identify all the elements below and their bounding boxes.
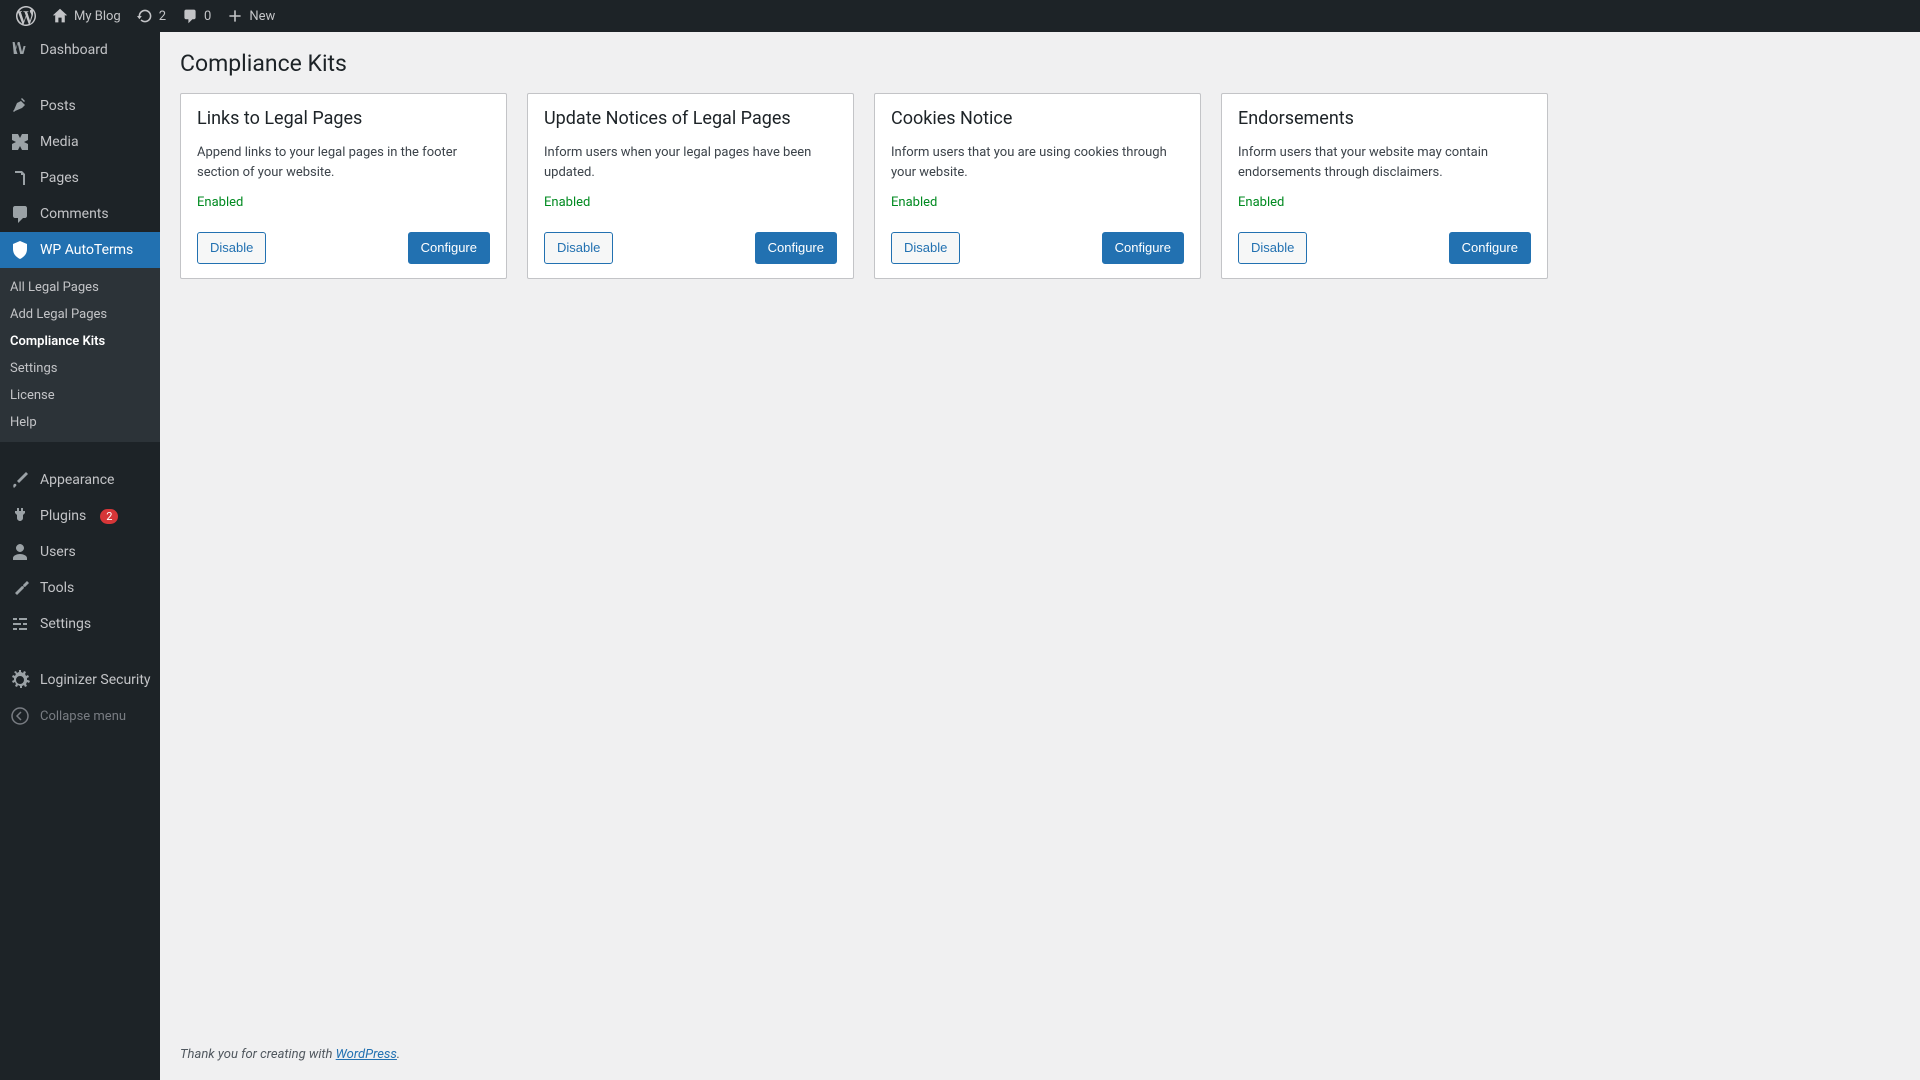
comment-icon [182, 8, 198, 24]
menu-posts[interactable]: Posts [0, 88, 160, 124]
dashboard-icon [10, 40, 30, 60]
menu-label: Tools [40, 580, 74, 596]
menu-label: Settings [40, 616, 91, 632]
submenu-help[interactable]: Help [0, 409, 160, 436]
submenu-all-legal[interactable]: All Legal Pages [0, 274, 160, 301]
toolbar-updates-count: 2 [159, 9, 166, 24]
configure-button[interactable]: Configure [1449, 232, 1531, 264]
toolbar-site-name: My Blog [74, 9, 121, 24]
admin-sidebar: Dashboard Posts Media Pages Comments WP … [0, 32, 160, 1080]
plus-icon [227, 8, 243, 24]
card-status: Enabled [891, 195, 1184, 210]
admin-toolbar: My Blog 2 0 New [0, 0, 1920, 32]
card-status: Enabled [197, 195, 490, 210]
menu-label: Plugins [40, 508, 86, 524]
collapse-icon [10, 706, 30, 726]
wrench-icon [10, 578, 30, 598]
card-cookies-notice: Cookies Notice Inform users that you are… [874, 93, 1201, 279]
toolbar-new[interactable]: New [219, 0, 283, 32]
wordpress-icon [16, 6, 36, 26]
menu-label: Appearance [40, 472, 114, 488]
compliance-cards: Links to Legal Pages Append links to you… [180, 93, 1900, 279]
content-area: Compliance Kits Links to Legal Pages App… [160, 0, 1920, 1080]
card-status: Enabled [1238, 195, 1531, 210]
submenu-wp-autoterms: All Legal Pages Add Legal Pages Complian… [0, 268, 160, 442]
toolbar-comments-count: 0 [204, 9, 211, 24]
menu-tools[interactable]: Tools [0, 570, 160, 606]
menu-label: Loginizer Security [40, 672, 151, 688]
footer-prefix: Thank you for creating with [180, 1047, 336, 1062]
menu-dashboard[interactable]: Dashboard [0, 32, 160, 68]
menu-comments[interactable]: Comments [0, 196, 160, 232]
card-update-notices: Update Notices of Legal Pages Inform use… [527, 93, 854, 279]
pin-icon [10, 96, 30, 116]
configure-button[interactable]: Configure [408, 232, 490, 264]
menu-users[interactable]: Users [0, 534, 160, 570]
sliders-icon [10, 614, 30, 634]
menu-label: Dashboard [40, 42, 108, 58]
toolbar-new-label: New [249, 9, 275, 24]
submenu-add-legal[interactable]: Add Legal Pages [0, 301, 160, 328]
card-links-legal: Links to Legal Pages Append links to you… [180, 93, 507, 279]
menu-pages[interactable]: Pages [0, 160, 160, 196]
page-title: Compliance Kits [180, 50, 1900, 77]
card-title: Endorsements [1238, 108, 1531, 129]
toolbar-site-link[interactable]: My Blog [44, 0, 129, 32]
disable-button[interactable]: Disable [197, 232, 266, 264]
menu-plugins[interactable]: Plugins 2 [0, 498, 160, 534]
menu-label: Users [40, 544, 76, 560]
card-status: Enabled [544, 195, 837, 210]
configure-button[interactable]: Configure [1102, 232, 1184, 264]
disable-button[interactable]: Disable [1238, 232, 1307, 264]
card-endorsements: Endorsements Inform users that your webs… [1221, 93, 1548, 279]
toolbar-updates[interactable]: 2 [129, 0, 174, 32]
plug-icon [10, 506, 30, 526]
menu-media[interactable]: Media [0, 124, 160, 160]
update-icon [137, 8, 153, 24]
card-desc: Inform users when your legal pages have … [544, 143, 837, 183]
submenu-license[interactable]: License [0, 382, 160, 409]
gear-icon [10, 670, 30, 690]
footer-wordpress-link[interactable]: WordPress [336, 1047, 397, 1062]
brush-icon [10, 470, 30, 490]
comment-icon [10, 204, 30, 224]
menu-wp-autoterms[interactable]: WP AutoTerms [0, 232, 160, 268]
pages-icon [10, 168, 30, 188]
menu-label: WP AutoTerms [40, 242, 133, 258]
submenu-compliance-kits[interactable]: Compliance Kits [0, 328, 160, 355]
menu-collapse[interactable]: Collapse menu [0, 698, 160, 734]
menu-loginizer[interactable]: Loginizer Security [0, 662, 160, 698]
card-desc: Inform users that your website may conta… [1238, 143, 1531, 183]
menu-label: Media [40, 134, 79, 150]
plugins-badge: 2 [100, 509, 118, 524]
disable-button[interactable]: Disable [891, 232, 960, 264]
menu-label: Posts [40, 98, 76, 114]
user-icon [10, 542, 30, 562]
card-title: Update Notices of Legal Pages [544, 108, 837, 129]
menu-settings[interactable]: Settings [0, 606, 160, 642]
card-title: Links to Legal Pages [197, 108, 490, 129]
home-icon [52, 8, 68, 24]
footer-suffix: . [397, 1047, 400, 1062]
card-desc: Inform users that you are using cookies … [891, 143, 1184, 183]
media-icon [10, 132, 30, 152]
configure-button[interactable]: Configure [755, 232, 837, 264]
card-desc: Append links to your legal pages in the … [197, 143, 490, 183]
toolbar-wp-logo[interactable] [8, 0, 44, 32]
admin-footer: Thank you for creating with WordPress. [160, 1029, 1920, 1080]
disable-button[interactable]: Disable [544, 232, 613, 264]
collapse-label: Collapse menu [40, 709, 126, 724]
menu-appearance[interactable]: Appearance [0, 462, 160, 498]
menu-label: Comments [40, 206, 109, 222]
card-title: Cookies Notice [891, 108, 1184, 129]
submenu-settings[interactable]: Settings [0, 355, 160, 382]
toolbar-comments[interactable]: 0 [174, 0, 219, 32]
menu-label: Pages [40, 170, 79, 186]
shield-icon [10, 240, 30, 260]
